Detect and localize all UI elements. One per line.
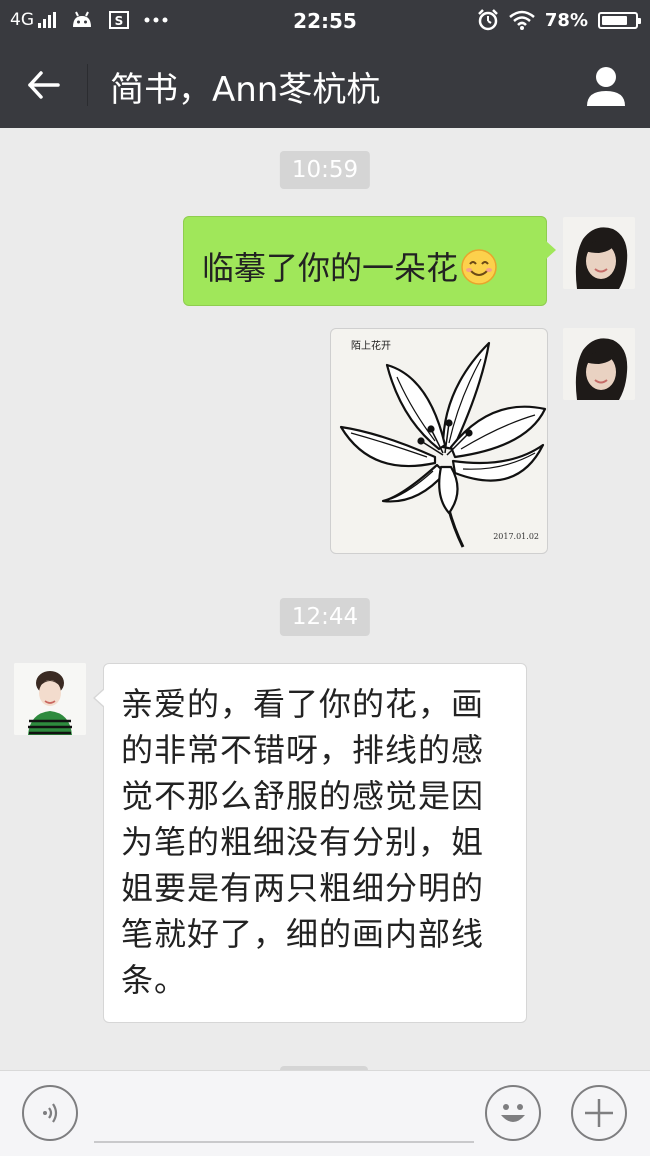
input-bar (0, 1070, 650, 1156)
timestamp: 12:44 (279, 598, 371, 636)
message-input[interactable] (94, 1085, 474, 1143)
message-text: 亲爱的，看了你的花，画的非常不错呀，排线的感觉不那么舒服的感觉是因为笔的粗细没有… (121, 685, 485, 999)
avatar[interactable] (563, 328, 635, 400)
header-divider (87, 64, 88, 106)
smiling-face-emoji (461, 249, 497, 285)
lily-drawing-image (339, 341, 547, 548)
avatar[interactable] (14, 663, 86, 735)
emoji-button[interactable] (485, 1085, 541, 1141)
plus-icon (585, 1099, 613, 1127)
voice-icon (43, 1103, 58, 1123)
profile-icon[interactable] (584, 64, 628, 108)
sent-message-bubble[interactable]: 临摹了你的一朵花 (183, 216, 556, 306)
emoji-icon (501, 1104, 525, 1122)
back-arrow-icon[interactable] (24, 65, 64, 105)
image-message[interactable]: 陌上花开 2017.01.02 (330, 328, 548, 554)
timestamp: 10:59 (279, 151, 371, 189)
chat-header: 简书，Ann苳杭杭 (0, 42, 650, 128)
received-message-bubble[interactable]: 亲爱的，看了你的花，画的非常不错呀，排线的感觉不那么舒服的感觉是因为笔的粗细没有… (93, 663, 527, 1023)
battery-percent: 78% (544, 9, 588, 31)
message-text: 临摹了你的一朵花 (202, 249, 459, 287)
image-caption-bottom: 2017.01.02 (493, 532, 539, 541)
voice-button[interactable] (22, 1085, 78, 1141)
wifi-icon (509, 10, 535, 30)
avatar[interactable] (563, 217, 635, 289)
more-functions-button[interactable] (571, 1085, 627, 1141)
chat-title: 简书，Ann苳杭杭 (110, 70, 381, 110)
battery-icon (598, 11, 641, 29)
status-bar: 4G S 22:55 78% (0, 0, 650, 42)
alarm-icon (478, 9, 498, 31)
